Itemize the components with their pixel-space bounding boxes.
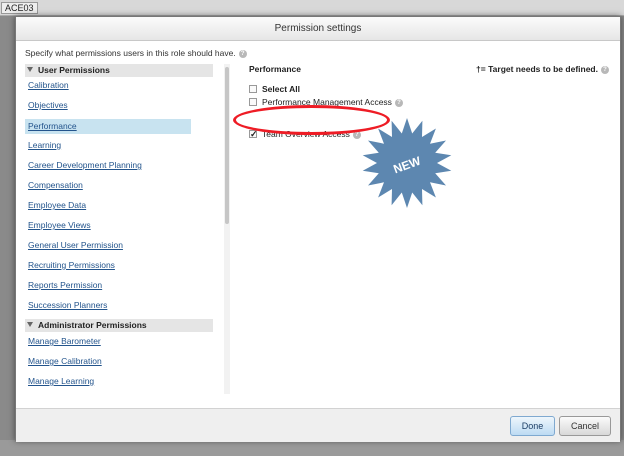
intro-label: Specify what permissions users in this r… [25,48,236,58]
collapse-triangle-icon [27,322,33,328]
panel-title: Performance [249,64,301,74]
new-badge-burst: NEW [362,118,452,208]
sidebar-item-manage-barometer[interactable]: Manage Barometer [25,334,101,349]
background-toolbar: ACE03 [0,0,624,16]
done-button[interactable]: Done [510,416,555,436]
sidebar-item-manage-learning[interactable]: Manage Learning [25,374,94,389]
sidebar-item-succession-planners[interactable]: Succession Planners [25,298,107,313]
sidebar-item-recruiting-permissions[interactable]: Recruiting Permissions [25,258,115,273]
sidebar-item-employee-data[interactable]: Employee Data [25,198,86,213]
option-select-all[interactable]: Select All [249,83,300,95]
performance-management-access-checkbox[interactable] [249,97,257,106]
sidebar-item-manage-calibration[interactable]: Manage Calibration [25,354,102,369]
target-note: †= Target needs to be defined.? [476,64,609,74]
sidebar-item-employee-views[interactable]: Employee Views [25,218,91,233]
permission-settings-dialog: Permission settings Specify what permiss… [15,16,621,442]
dialog-header: Permission settings [16,17,620,41]
help-icon[interactable]: ? [394,98,403,107]
sidebar-item-compensation[interactable]: Compensation [25,178,83,193]
intro-text: Specify what permissions users in this r… [25,48,247,58]
select-all-checkbox[interactable] [249,84,257,93]
sidebar-item-general-user-permission[interactable]: General User Permission [25,238,123,253]
sidebar-item-learning[interactable]: Learning [25,138,61,153]
dialog-title: Permission settings [274,23,362,34]
sidebar-scrollbar[interactable] [224,64,230,394]
sidebar-item-reports-permission[interactable]: Reports Permission [25,278,102,293]
sidebar-item-objectives[interactable]: Objectives [25,98,68,113]
background-bottom-bar [0,440,624,456]
permission-sidebar: User Permissions Calibration Objectives … [25,64,230,394]
team-overview-access-checkbox[interactable] [249,128,258,140]
background-tag: ACE03 [1,2,38,14]
collapse-triangle-icon [27,67,33,73]
section-user-permissions[interactable]: User Permissions [25,64,213,77]
option-label: Select All [262,84,300,94]
dialog-footer: Done Cancel [16,408,620,442]
sidebar-item-calibration[interactable]: Calibration [25,78,69,93]
sidebar-item-career-development-planning[interactable]: Career Development Planning [25,158,142,173]
target-note-label: †= Target needs to be defined. [476,64,598,74]
help-icon[interactable]: ? [238,49,247,58]
cancel-button[interactable]: Cancel [559,416,611,436]
sidebar-item-performance[interactable]: Performance [25,119,191,134]
scrollbar-thumb[interactable] [225,67,229,224]
section-label: Administrator Permissions [38,320,147,330]
section-label: User Permissions [38,65,110,75]
help-icon[interactable]: ? [601,65,609,74]
section-administrator-permissions[interactable]: Administrator Permissions [25,319,213,332]
